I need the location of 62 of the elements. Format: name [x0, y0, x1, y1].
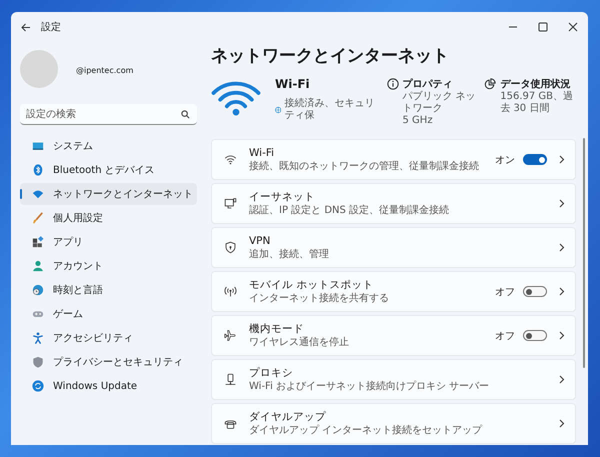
globe-icon — [275, 106, 282, 114]
chevron-right-icon — [559, 155, 565, 164]
chevron-right-icon — [559, 419, 565, 428]
toggle-switch[interactable] — [523, 330, 547, 341]
settings-row[interactable]: 機内モード ワイヤレス通信を停止 オフ — [211, 315, 576, 356]
settings-row[interactable]: ダイヤルアップ ダイヤルアップ インターネット接続をセットアップ — [211, 403, 576, 444]
sidebar-item[interactable]: アクセシビリティ — [20, 327, 197, 349]
chevron-right-icon — [559, 287, 565, 296]
network-name: Wi-Fi — [275, 77, 311, 91]
sidebar-item[interactable]: システム — [20, 135, 197, 157]
close-icon[interactable] — [568, 22, 578, 32]
sidebar-item[interactable]: Windows Update — [20, 375, 197, 397]
sidebar-item[interactable]: アカウント — [20, 255, 197, 277]
sidebar-item[interactable]: 時刻と言語 — [20, 279, 197, 301]
chevron-right-icon — [559, 199, 565, 208]
sidebar-item[interactable]: Bluetooth とデバイス — [20, 159, 197, 181]
toggle-switch[interactable] — [523, 286, 547, 297]
chevron-right-icon — [559, 375, 565, 384]
sidebar-item[interactable]: ネットワークとインターネット — [20, 183, 197, 205]
chevron-right-icon — [559, 243, 565, 252]
server-icon — [224, 373, 237, 386]
shield-icon — [32, 356, 44, 368]
back-arrow-icon[interactable] — [21, 22, 31, 32]
settings-row[interactable]: VPN 追加、接続、管理 — [211, 227, 576, 268]
settings-row[interactable]: イーサネット 認証、IP 設定と DNS 設定、従量制課金接続 — [211, 183, 576, 224]
properties-link[interactable]: プロパティ パブリック ネットワーク 5 GHz — [386, 77, 478, 127]
scrollbar-thumb[interactable] — [583, 138, 585, 368]
chevron-right-icon — [559, 331, 565, 340]
search-icon — [181, 110, 190, 119]
monitor-icon — [32, 140, 44, 152]
apps-icon — [32, 236, 44, 248]
pie-chart-icon — [484, 78, 496, 90]
settings-row[interactable]: Wi-Fi 接続、既知のネットワークの管理、従量制課金接続 オン — [211, 139, 576, 180]
settings-row[interactable]: モバイル ホットスポット インターネット接続を共有する オフ — [211, 271, 576, 312]
maximize-icon[interactable] — [538, 22, 548, 32]
bluetooth-icon — [32, 164, 44, 176]
sidebar-item[interactable]: プライバシーとセキュリティ — [20, 351, 197, 373]
sync-icon — [32, 380, 44, 392]
computer-icon — [224, 197, 237, 210]
wifi-icon — [32, 188, 44, 200]
wifi-icon — [211, 79, 261, 117]
window-title: 設定 — [41, 20, 61, 34]
info-icon — [386, 78, 399, 90]
accessibility-icon — [32, 332, 44, 344]
sidebar-item[interactable]: アプリ — [20, 231, 197, 253]
person-icon — [32, 260, 44, 272]
page-title: ネットワークとインターネット — [211, 45, 450, 67]
broadcast-icon — [224, 285, 237, 298]
connection-status: 接続済み、セキュリティ保 — [284, 98, 376, 122]
search-field[interactable]: 設定の検索 — [20, 104, 197, 125]
avatar — [20, 50, 58, 88]
shield-icon — [224, 241, 237, 254]
sidebar-item[interactable]: 個人用設定 — [20, 207, 197, 229]
toggle-switch[interactable] — [523, 154, 547, 165]
data-usage-link[interactable]: データ使用状況 156.97 GB、過去 30 日間 — [484, 77, 576, 115]
globe-clock-icon — [32, 284, 44, 296]
account-email: @ipentec.com — [76, 66, 134, 74]
brush-icon — [32, 212, 44, 224]
settings-row[interactable]: プロキシ Wi-Fi およびイーサネット接続向けプロキシ サーバー — [211, 359, 576, 400]
wifi-icon — [224, 153, 237, 166]
sidebar-item[interactable]: ゲーム — [20, 303, 197, 325]
airplane-icon — [224, 329, 237, 342]
